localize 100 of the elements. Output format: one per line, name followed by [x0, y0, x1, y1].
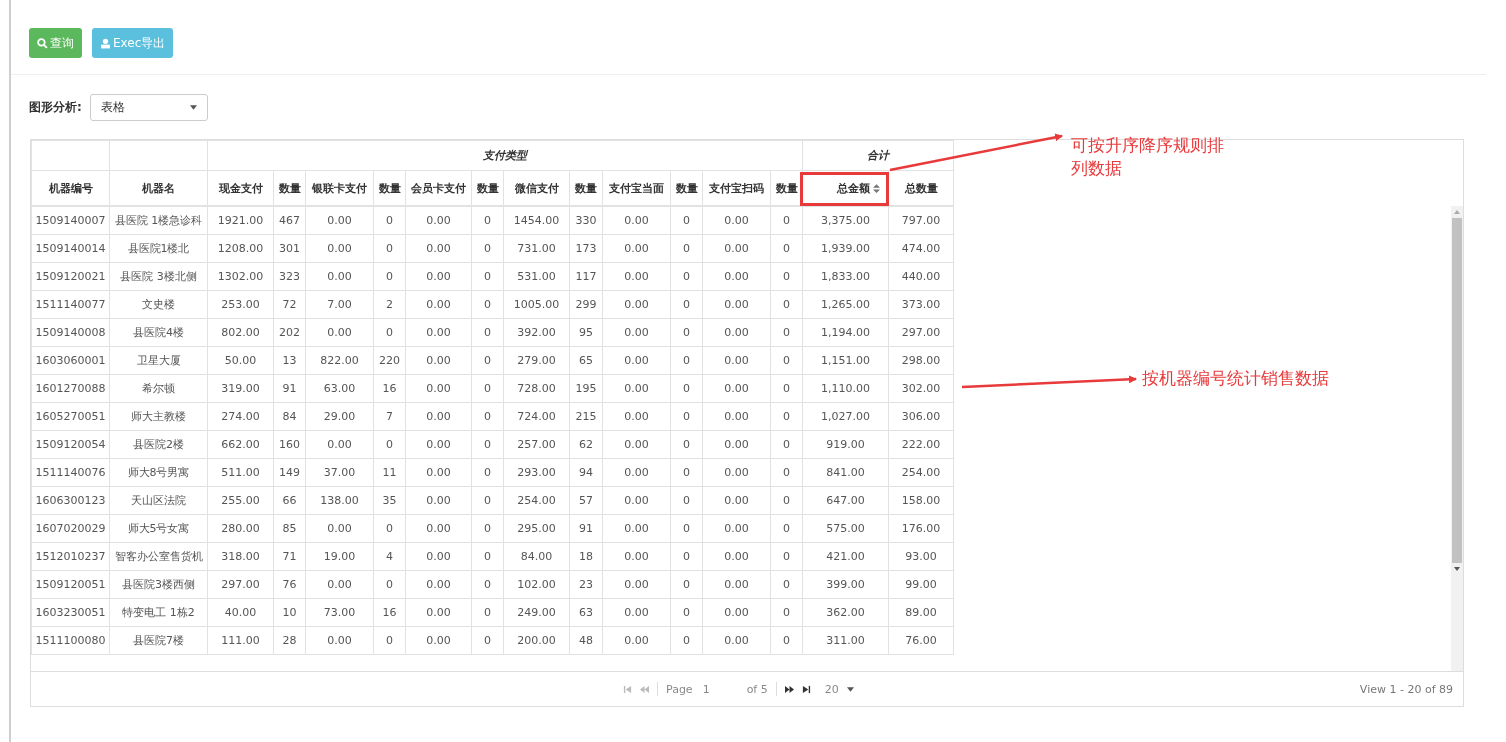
column-header: 会员卡支付 [411, 181, 466, 195]
table-cell: 0 [783, 410, 790, 423]
table-cell: 822.00 [320, 354, 359, 367]
table-cell: 0 [386, 242, 393, 255]
table-cell: 县医院4楼 [133, 326, 184, 339]
table-cell: 0 [683, 606, 690, 619]
column-header: 数量 [476, 181, 499, 195]
table-cell: 279.00 [517, 354, 556, 367]
table-cell: 511.00 [221, 466, 260, 479]
table-cell: 373.00 [901, 298, 941, 311]
table-cell: 0.00 [426, 354, 451, 367]
table-cell: 0 [683, 214, 690, 227]
table-cell: 1605270051 [35, 410, 106, 423]
table-cell: 295.00 [517, 522, 556, 535]
table-cell: 1509120054 [35, 438, 106, 451]
table-cell: 0 [683, 410, 690, 423]
table-cell: 1607020029 [35, 522, 106, 535]
table-cell: 1,110.00 [821, 382, 870, 395]
table-cell: 392.00 [517, 326, 556, 339]
table-cell: 85 [282, 522, 297, 535]
table-cell: 县医院 1楼急诊科 [114, 214, 203, 227]
table-cell: 1921.00 [217, 214, 264, 227]
table-cell: 0 [386, 270, 393, 283]
toolbar-button[interactable]: 查询 [29, 28, 82, 58]
user-icon [100, 37, 111, 49]
chart-mode-select[interactable]: 表格 [89, 94, 208, 121]
table-cell: 202 [279, 326, 300, 339]
table-cell: 0.00 [624, 214, 649, 227]
column-header: 数量 [378, 181, 401, 195]
table-cell: 76.00 [905, 634, 937, 647]
table-cell: 1208.00 [217, 242, 264, 255]
table-cell: 0.00 [624, 550, 649, 563]
table-cell: 1454.00 [513, 214, 560, 227]
table-cell: 县医院2楼 [133, 438, 184, 451]
table-cell: 0 [484, 606, 491, 619]
table-cell: 0 [484, 550, 491, 563]
table-cell: 0.00 [724, 466, 749, 479]
toolbar-button[interactable]: Exec导出 [92, 28, 174, 58]
column-header: 数量 [775, 181, 798, 195]
scroll-down-icon[interactable] [1454, 567, 1460, 571]
table-cell: 728.00 [517, 382, 556, 395]
table-cell: 0.00 [624, 354, 649, 367]
table-cell: 440.00 [901, 270, 941, 283]
annotation-text: 可按升序降序规则排列数据 [1071, 134, 1224, 180]
table-cell: 249.00 [517, 606, 556, 619]
table-cell: 0.00 [327, 522, 352, 535]
sort-icon[interactable] [873, 184, 881, 193]
table-cell: 1509120021 [35, 270, 106, 283]
chart-mode-label: 图形分析: [29, 99, 82, 116]
column-header: 银联卡支付 [312, 181, 367, 195]
table-cell: 0.00 [724, 410, 749, 423]
scrollbar[interactable] [1451, 206, 1463, 671]
table-cell: 0.00 [724, 438, 749, 451]
table-cell: 0 [783, 214, 790, 227]
table-cell: 0 [683, 242, 690, 255]
table-cell: 919.00 [826, 438, 865, 451]
table-cell: 11 [382, 466, 397, 479]
table-cell: 467 [279, 214, 300, 227]
table-cell: 111.00 [221, 634, 260, 647]
table-cell: 县医院3楼西侧 [122, 578, 195, 591]
table-cell: 0.00 [624, 438, 649, 451]
table-cell: 1,027.00 [821, 410, 870, 423]
table-cell: 0.00 [624, 578, 649, 591]
table-cell: 0.00 [624, 270, 649, 283]
table-cell: 362.00 [826, 606, 865, 619]
table-cell: 297.00 [221, 578, 260, 591]
table-cell: 0 [484, 438, 491, 451]
table-cell: 280.00 [221, 522, 260, 535]
page-size-select[interactable]: 20 [824, 682, 854, 696]
table-cell: 0 [386, 522, 393, 535]
table-cell: 215 [575, 410, 597, 423]
table-cell: 399.00 [826, 578, 865, 591]
table-cell: 18 [579, 550, 593, 563]
table-cell: 0 [484, 410, 491, 423]
table-cell: 474.00 [901, 242, 941, 255]
table-cell: 1601270088 [35, 382, 106, 395]
table-cell: 301 [279, 242, 300, 255]
column-header: 机器编号 [48, 181, 93, 195]
last-page-icon[interactable] [801, 684, 811, 694]
page-label: Page [666, 682, 693, 696]
table-cell: 1606300123 [35, 494, 106, 507]
table-cell: 0 [783, 438, 790, 451]
table-cell: 575.00 [826, 522, 865, 535]
table-cell: 县医院 3楼北侧 [120, 270, 197, 283]
table-cell: 特变电工 1栋2 [122, 606, 195, 619]
table-cell: 7.00 [327, 298, 352, 311]
table-cell: 0.00 [724, 214, 749, 227]
table-cell: 1005.00 [513, 298, 560, 311]
table-cell: 323 [279, 270, 300, 283]
next-page-icon[interactable] [784, 684, 794, 694]
table-cell: 0 [683, 382, 690, 395]
table-cell: 0.00 [426, 634, 451, 647]
column-header: 数量 [278, 181, 301, 195]
table-cell: 48 [579, 634, 593, 647]
table-cell: 802.00 [221, 326, 260, 339]
table-cell: 0.00 [426, 410, 451, 423]
table-cell: 0.00 [624, 382, 649, 395]
column-header[interactable]: 总金额 [837, 181, 871, 195]
table-cell: 647.00 [826, 494, 865, 507]
table-cell: 158.00 [901, 494, 941, 507]
